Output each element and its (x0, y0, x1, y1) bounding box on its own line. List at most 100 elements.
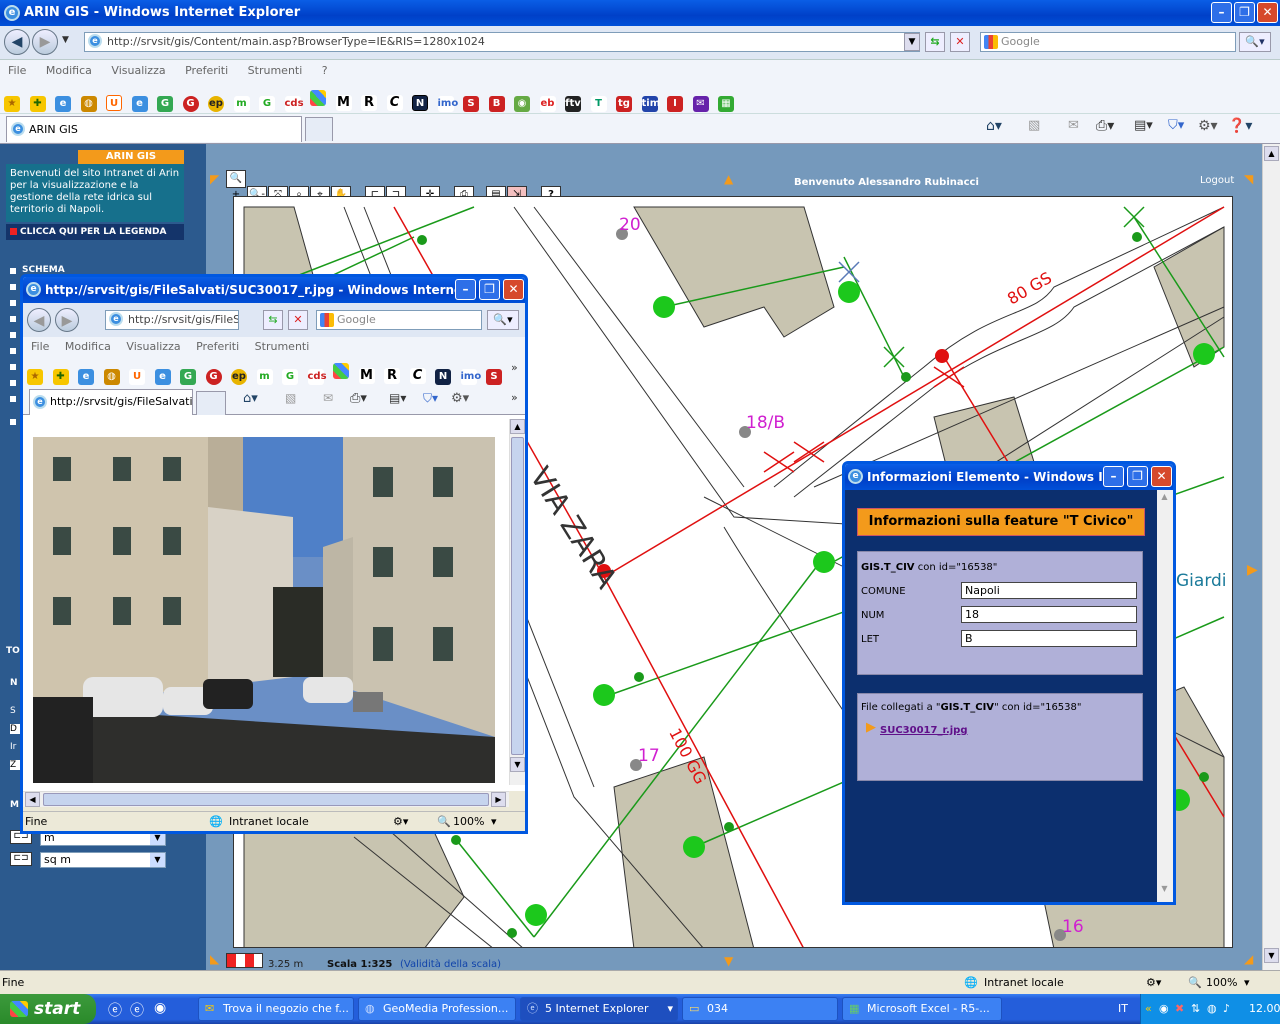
linked-file-link[interactable]: SUC30017_r.jpg (880, 725, 968, 736)
refresh-icon[interactable]: ⇆ (925, 32, 945, 52)
fav-globe-icon[interactable]: ◍ (80, 96, 97, 112)
help-icon[interactable]: ❓▾ (1228, 118, 1252, 134)
fav-cds-icon[interactable]: cds (307, 369, 327, 385)
home-icon[interactable]: ⌂▾ (243, 391, 258, 406)
taskbar-item-excel[interactable]: ▦ Microsoft Excel - R5-... (842, 997, 1002, 1021)
scroll-thumb[interactable] (511, 437, 524, 755)
fav-ie-icon[interactable]: e (55, 96, 71, 112)
search-go-icon[interactable]: 🔍▾ (1239, 32, 1271, 52)
address-input[interactable]: e http://srvsit/gis/Content/main.asp?Bro… (84, 32, 920, 52)
fav-m-green-icon[interactable]: m (256, 369, 273, 385)
scroll-down-icon[interactable]: ▼ (1157, 884, 1172, 899)
tray-antivirus-icon[interactable]: ◍ (1207, 994, 1217, 1024)
scroll-thumb[interactable] (43, 793, 489, 806)
tray-firefox-icon[interactable]: ◉ (1159, 994, 1169, 1024)
civic-number-17[interactable]: 17 (638, 746, 660, 766)
favorites-star-icon[interactable]: ★ (4, 96, 20, 112)
fav-u-icon[interactable]: U (129, 369, 145, 385)
zoom-dropdown-icon[interactable]: ▾ (491, 812, 497, 831)
menu-strumenti[interactable]: Strumenti (248, 64, 303, 77)
language-indicator[interactable]: IT (1118, 1002, 1128, 1015)
more-tools-icon[interactable]: » (511, 391, 518, 404)
zoom-icon[interactable]: 🔍 (1188, 971, 1202, 995)
fav-r-icon[interactable]: R (384, 368, 400, 384)
measure-area-icon[interactable]: ⊏⊐ (10, 852, 32, 866)
fav-s-icon[interactable]: S (486, 369, 502, 385)
menu-preferiti[interactable]: Preferiti (196, 340, 239, 353)
fav-ie2-icon[interactable]: e (154, 369, 171, 385)
quicklaunch-ie2-icon[interactable]: ⓔ (130, 1000, 144, 1020)
tray-alert-icon[interactable]: ✖ (1175, 994, 1184, 1024)
safety-icon[interactable]: ⛉▾ (423, 391, 438, 406)
mail-icon[interactable]: ✉ (323, 391, 333, 405)
photo-tab[interactable]: e http://srvsit/gis/FileSalvati... (29, 389, 193, 415)
zoom-level[interactable]: 100% (453, 812, 484, 831)
menu-preferiti[interactable]: Preferiti (185, 64, 228, 77)
zoom-icon[interactable]: 🔍 (437, 812, 451, 831)
maximize-button[interactable]: ❐ (1127, 466, 1148, 487)
legend-link[interactable]: CLICCA QUI PER LA LEGENDA (6, 224, 184, 240)
menu-visualizza[interactable]: Visualizza (111, 64, 165, 77)
zoom-dropdown-icon[interactable]: ▾ (1244, 971, 1250, 995)
add-favorite-icon[interactable]: ✚ (29, 96, 46, 112)
fav-t-icon[interactable]: T (590, 96, 607, 112)
pan-north-icon[interactable]: ▲ (724, 172, 733, 186)
civic-number-16[interactable]: 16 (1062, 917, 1084, 937)
fav-g-red-icon[interactable]: G (182, 96, 199, 112)
minimize-button[interactable]: – (1211, 2, 1232, 23)
scroll-up-icon[interactable]: ▲ (1264, 146, 1279, 161)
refresh-icon[interactable]: ⇆ (263, 310, 283, 330)
fav-tgcom-icon[interactable]: tg (616, 96, 632, 112)
fav-b-icon[interactable]: B (488, 96, 505, 112)
fav-ebay-icon[interactable]: eb (539, 96, 556, 112)
scroll-up-icon[interactable]: ▲ (510, 419, 525, 434)
info-vscrollbar[interactable]: ▲ ▼ (1157, 490, 1173, 902)
print-icon[interactable]: ⎙▾ (1096, 118, 1114, 134)
address-dropdown-icon[interactable]: ▼ (904, 33, 920, 51)
maximize-button[interactable]: ❐ (479, 279, 500, 300)
fav-cds-icon[interactable]: cds (284, 96, 304, 112)
quicklaunch-ie-icon[interactable]: ⓔ (108, 1000, 122, 1020)
photo-hscrollbar[interactable]: ◀ ▶ (23, 791, 509, 807)
field-value-num[interactable]: 18 (961, 606, 1137, 623)
fav-m-green-icon[interactable]: m (233, 96, 250, 112)
tray-arrow-icon[interactable]: « (1145, 994, 1152, 1024)
history-dropdown-icon[interactable]: ▼ (62, 35, 69, 45)
fav-ie2-icon[interactable]: e (131, 96, 148, 112)
fav-globe-icon[interactable]: ◍ (103, 369, 120, 385)
safety-icon[interactable]: ⛉▾ (1168, 118, 1184, 133)
mail-icon[interactable]: ✉ (1068, 118, 1079, 133)
fav-grid-icon[interactable]: ▦ (718, 96, 734, 112)
zoom-in-icon[interactable]: 🔍+ (226, 170, 246, 200)
area-unit-select[interactable]: sq m ▼ (40, 852, 166, 868)
tray-network-icon[interactable]: ⇅ (1191, 994, 1200, 1024)
back-icon[interactable]: ◀ (27, 308, 51, 332)
fav-r-icon[interactable]: R (361, 95, 377, 111)
forward-icon[interactable]: ▶ (55, 308, 79, 332)
fav-g-green-icon[interactable]: G (259, 96, 275, 112)
page-menu-icon[interactable]: ▤▾ (389, 391, 406, 405)
forward-icon[interactable]: ▶ (32, 29, 58, 55)
fav-google-icon[interactable]: G (180, 369, 196, 385)
home-icon[interactable]: ⌂▾ (986, 118, 1002, 134)
scroll-right-icon[interactable]: ▶ (491, 792, 506, 807)
pan-northwest-icon[interactable]: ◤ (210, 172, 219, 186)
protected-mode-icon[interactable]: ⚙▾ (393, 812, 408, 831)
photo-search-input[interactable]: Google (316, 310, 482, 330)
fav-google-icon[interactable]: G (157, 96, 173, 112)
search-input[interactable]: Google (980, 32, 1236, 52)
fav-imo-icon[interactable]: imo (460, 369, 481, 385)
print-icon[interactable]: ⎙▾ (350, 391, 367, 406)
fav-m-icon[interactable]: M (335, 95, 352, 111)
fav-n-icon[interactable]: N (435, 369, 451, 385)
menu-modifica[interactable]: Modifica (46, 64, 92, 77)
fav-ep-icon[interactable]: ep (208, 96, 224, 112)
fav-i-icon[interactable]: I (667, 96, 683, 112)
fav-g-green-icon[interactable]: G (282, 369, 298, 385)
taskbar-item-internet-explorer[interactable]: ⓔ 5 Internet Explorer ▾ (520, 997, 678, 1021)
fav-earth-icon[interactable]: ◉ (514, 96, 530, 112)
photo-address-input[interactable]: e http://srvsit/gis/FileSa (105, 310, 239, 330)
favorites-star-icon[interactable]: ★ (27, 369, 43, 385)
minimize-button[interactable]: – (1103, 466, 1124, 487)
scroll-down-icon[interactable]: ▼ (510, 757, 525, 772)
